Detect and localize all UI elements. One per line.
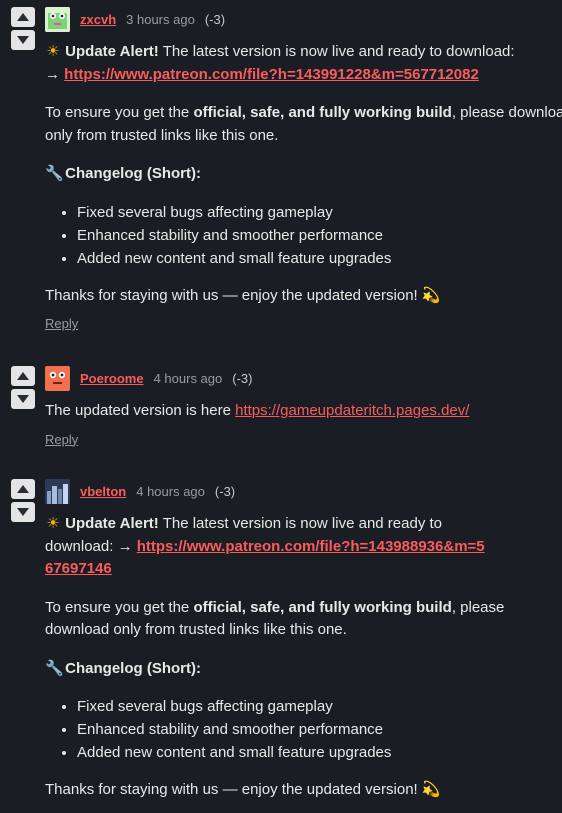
alert-text: The latest version is now live and ready…	[158, 43, 515, 60]
thanks-text: Thanks for staying with us — enjoy the u…	[45, 781, 418, 798]
upvote-button[interactable]	[11, 479, 35, 499]
upvote-icon	[17, 372, 29, 380]
city-avatar-icon	[45, 478, 70, 504]
text-paragraph: The updated version is here https://game…	[45, 400, 562, 423]
downvote-icon	[17, 36, 29, 44]
comment: zxcvh 3 hours ago (-3) ☀ Update Alert! T…	[0, 6, 562, 336]
ensure-bold: official, safe, and fully working build	[193, 104, 452, 121]
wrench-icon: 🔧	[45, 659, 64, 677]
downvote-icon	[17, 508, 29, 516]
ensure-paragraph: To ensure you get the official, safe, an…	[45, 102, 562, 147]
reply-button[interactable]: Reply	[45, 432, 78, 447]
downvote-icon	[17, 395, 29, 403]
changelog-list: Fixed several bugs affecting gameplay En…	[45, 201, 562, 270]
author-link[interactable]: zxcvh	[80, 12, 116, 27]
comment-header: vbelton 4 hours ago (-3)	[45, 478, 562, 504]
comment-header: zxcvh 3 hours ago (-3)	[45, 6, 562, 32]
changelog-list: Fixed several bugs affecting gameplay En…	[45, 695, 547, 764]
changelog-title: Changelog (Short):	[65, 659, 201, 677]
changelog-heading: 🔧 Changelog (Short):	[45, 658, 485, 681]
ensure-bold: official, safe, and fully working build	[193, 598, 452, 616]
vote-controls	[11, 366, 35, 412]
ensure-text: To ensure you get the	[45, 104, 194, 121]
vote-controls	[11, 479, 35, 525]
list-item: Fixed several bugs affecting gameplay	[77, 695, 547, 718]
sun-icon: ☀	[46, 515, 60, 532]
score: (-3)	[232, 370, 253, 386]
downvote-button[interactable]	[11, 389, 35, 409]
upvote-button[interactable]	[11, 7, 35, 27]
download-link[interactable]: https://www.patreon.com/file?h=143991228…	[64, 66, 479, 83]
comment: Poeroome 4 hours ago (-3) The updated ve…	[0, 365, 562, 451]
comment-body: ☀ Update Alert! The latest version is no…	[45, 513, 504, 802]
dizzy-icon: 💫	[421, 286, 441, 304]
list-item: Enhanced stability and smoother performa…	[77, 718, 547, 741]
avatar[interactable]	[45, 478, 70, 504]
arrow: →	[117, 537, 137, 555]
red-frog-avatar-icon	[45, 365, 70, 391]
comment: vbelton 4 hours ago (-3) ☀ Update Alert!…	[0, 478, 562, 802]
alert-title: Update Alert!	[65, 43, 159, 60]
list-item: Fixed several bugs affecting gameplay	[77, 201, 562, 224]
alert-paragraph: ☀ Update Alert! The latest version is no…	[45, 41, 562, 86]
thanks-text: Thanks for staying with us — enjoy the u…	[45, 286, 418, 304]
list-item: Enhanced stability and smoother performa…	[77, 224, 562, 247]
avatar[interactable]	[45, 6, 70, 32]
arrow: →	[45, 65, 65, 83]
thanks-paragraph: Thanks for staying with us — enjoy the u…	[45, 285, 562, 308]
wrench-icon: 🔧	[45, 165, 64, 182]
changelog-title: Changelog (Short):	[65, 165, 201, 182]
vote-controls	[11, 7, 35, 53]
alert-paragraph: ☀ Update Alert! The latest version is no…	[45, 513, 485, 581]
comment-text: The updated version is here	[45, 402, 236, 419]
timestamp: 4 hours ago	[153, 370, 223, 386]
score: (-3)	[204, 11, 226, 27]
download-link[interactable]: https://gameupdateritch.pages.dev/	[235, 402, 469, 419]
frog-avatar-icon	[45, 6, 70, 32]
thanks-paragraph: Thanks for staying with us — enjoy the u…	[45, 779, 515, 802]
upvote-icon	[17, 13, 29, 21]
downvote-button[interactable]	[11, 502, 35, 522]
sun-icon: ☀	[46, 43, 60, 60]
timestamp: 4 hours ago	[136, 483, 205, 499]
ensure-paragraph: To ensure you get the official, safe, an…	[45, 597, 515, 642]
upvote-button[interactable]	[11, 366, 35, 386]
ensure-text: To ensure you get the	[45, 598, 194, 616]
upvote-icon	[17, 485, 29, 493]
reply-button[interactable]: Reply	[45, 316, 78, 331]
score: (-3)	[214, 483, 236, 499]
avatar[interactable]	[45, 365, 70, 391]
dizzy-icon: 💫	[421, 781, 441, 798]
author-link[interactable]: Poeroome	[80, 371, 144, 386]
timestamp: 3 hours ago	[126, 11, 195, 27]
comment-body: ☀ Update Alert! The latest version is no…	[45, 41, 562, 336]
reply-row: Reply	[45, 429, 562, 452]
changelog-heading: 🔧 Changelog (Short):	[45, 163, 562, 186]
comment-body: The updated version is here https://game…	[45, 400, 562, 451]
downvote-button[interactable]	[11, 30, 35, 50]
list-item: Added new content and small feature upgr…	[77, 247, 562, 270]
reply-row: Reply	[45, 313, 562, 336]
list-item: Added new content and small feature upgr…	[77, 741, 547, 764]
comment-header: Poeroome 4 hours ago (-3)	[45, 365, 562, 391]
author-link[interactable]: vbelton	[80, 484, 126, 499]
alert-title: Update Alert!	[65, 515, 159, 532]
